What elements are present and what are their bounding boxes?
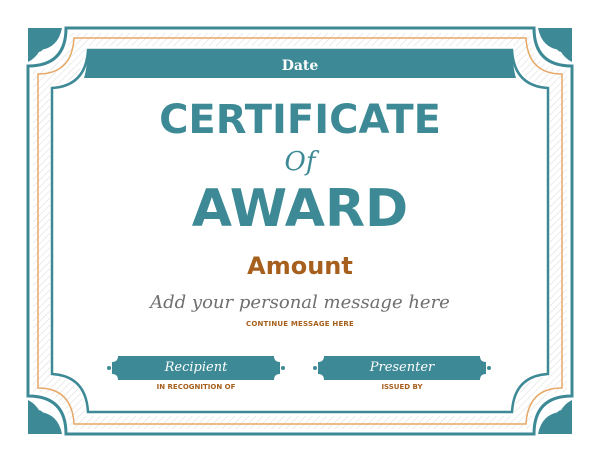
date-text[interactable]: Date — [90, 55, 510, 77]
title-award: AWARD — [191, 179, 409, 239]
recognition-caption: IN RECOGNITION OF — [156, 383, 236, 391]
continue-message[interactable]: CONTINUE MESSAGE HERE — [150, 318, 450, 330]
recipient-name[interactable]: Recipient — [111, 358, 281, 378]
title-of: Of — [284, 147, 316, 177]
personal-message[interactable]: Add your personal message here — [100, 290, 500, 316]
title-certificate: CERTIFICATE — [159, 97, 441, 143]
certificate: Date CERTIFICATE Of AWARD Amount Add you… — [0, 0, 600, 462]
amount-text[interactable]: Amount — [150, 250, 450, 282]
presenter-name[interactable]: Presenter — [317, 358, 487, 378]
issued-by-caption: ISSUED BY — [381, 383, 423, 391]
